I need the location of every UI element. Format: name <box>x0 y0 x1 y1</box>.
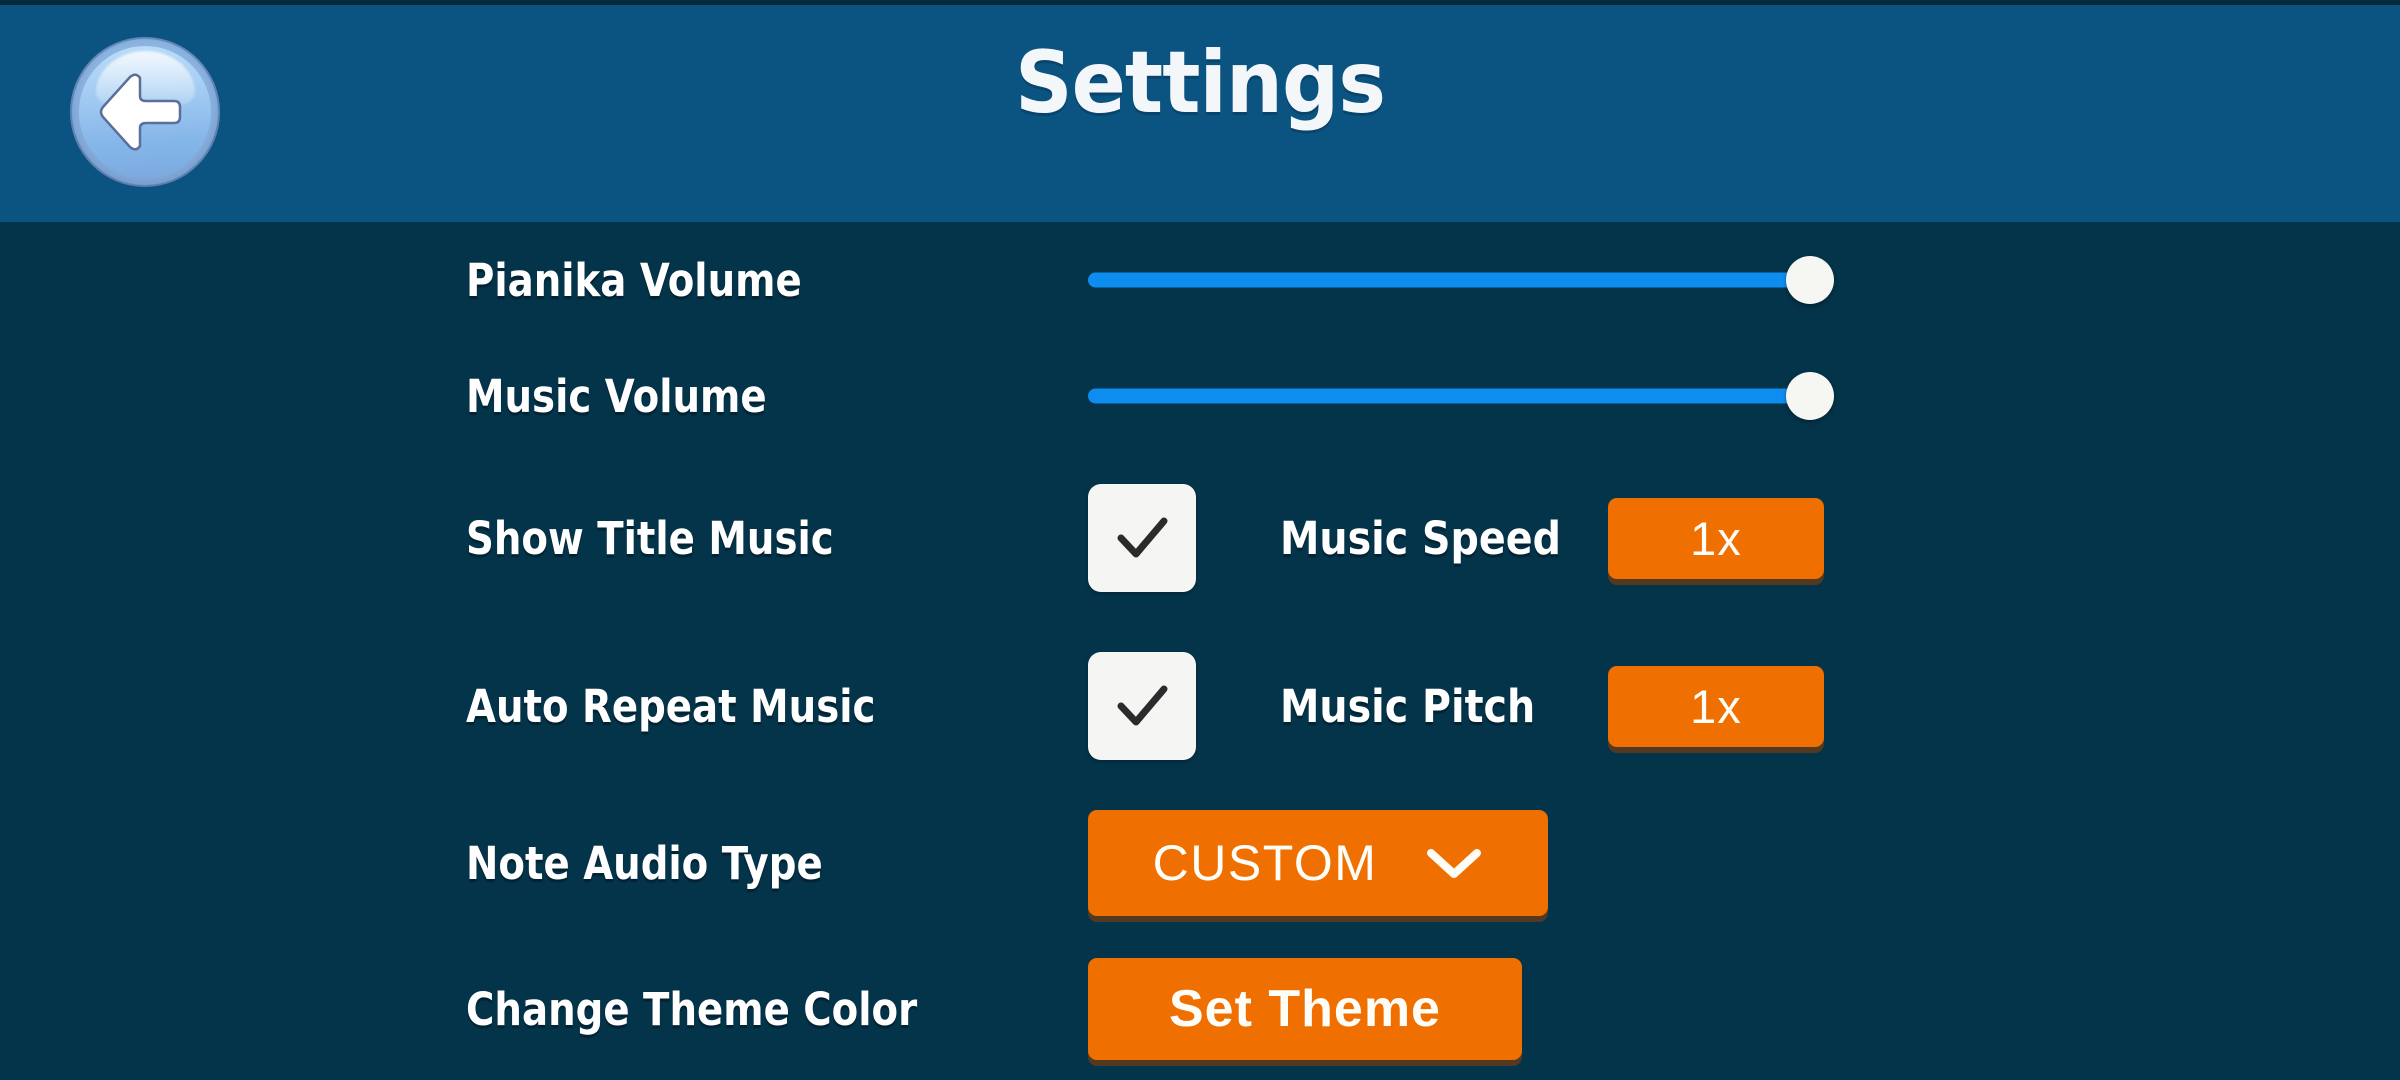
label-pianika-volume: Pianika Volume <box>466 253 802 307</box>
chevron-down-icon <box>1427 849 1482 878</box>
control-music-pitch: 1x <box>1608 665 1824 747</box>
label-change-theme-color: Change Theme Color <box>466 982 918 1036</box>
slider-thumb[interactable] <box>1786 372 1834 420</box>
slider-pianika-volume[interactable] <box>1088 256 1834 304</box>
control-show-title-music <box>1088 484 1196 592</box>
label-music-speed: Music Speed <box>1280 511 1561 565</box>
slider-fill <box>1088 272 1810 288</box>
label-music-volume: Music Volume <box>466 369 767 423</box>
note-audio-type-dropdown[interactable]: CUSTOM <box>1088 810 1548 916</box>
control-music-speed: 1x <box>1608 497 1824 579</box>
control-pianika-volume <box>1088 256 1834 304</box>
check-icon <box>1117 685 1168 726</box>
label-note-audio-type: Note Audio Type <box>466 836 823 890</box>
settings-screen: Settings Pianika Volume Music Volume Sho… <box>0 0 2400 1080</box>
label-show-title-music: Show Title Music <box>466 511 834 565</box>
row-pianika-volume: Pianika Volume <box>0 222 2400 338</box>
row-show-title-music: Show Title Music Music Speed 1x <box>0 454 2400 622</box>
page-title: Settings <box>1014 33 1386 133</box>
check-icon <box>1117 517 1168 558</box>
slider-music-volume[interactable] <box>1088 372 1834 420</box>
checkbox-show-title-music[interactable] <box>1088 484 1196 592</box>
note-audio-type-value: CUSTOM <box>1152 835 1378 891</box>
music-speed-button[interactable]: 1x <box>1608 497 1824 579</box>
music-pitch-button[interactable]: 1x <box>1608 665 1824 747</box>
label-music-pitch: Music Pitch <box>1280 679 1536 733</box>
slider-fill <box>1088 388 1810 404</box>
checkbox-auto-repeat-music[interactable] <box>1088 652 1196 760</box>
row-note-audio-type: Note Audio Type CUSTOM <box>0 790 2400 936</box>
row-change-theme-color: Change Theme Color Set Theme <box>0 936 2400 1080</box>
row-auto-repeat-music: Auto Repeat Music Music Pitch 1x <box>0 622 2400 790</box>
settings-list: Pianika Volume Music Volume Show Title M… <box>0 222 2400 1080</box>
label-auto-repeat-music: Auto Repeat Music <box>466 679 876 733</box>
header-bar: Settings <box>0 5 2400 222</box>
row-music-volume: Music Volume <box>0 338 2400 454</box>
control-change-theme-color: Set Theme <box>1088 958 1522 1060</box>
control-note-audio-type: CUSTOM <box>1088 810 1548 916</box>
set-theme-button[interactable]: Set Theme <box>1088 958 1522 1060</box>
slider-thumb[interactable] <box>1786 256 1834 304</box>
control-auto-repeat-music <box>1088 652 1196 760</box>
control-music-volume <box>1088 372 1834 420</box>
